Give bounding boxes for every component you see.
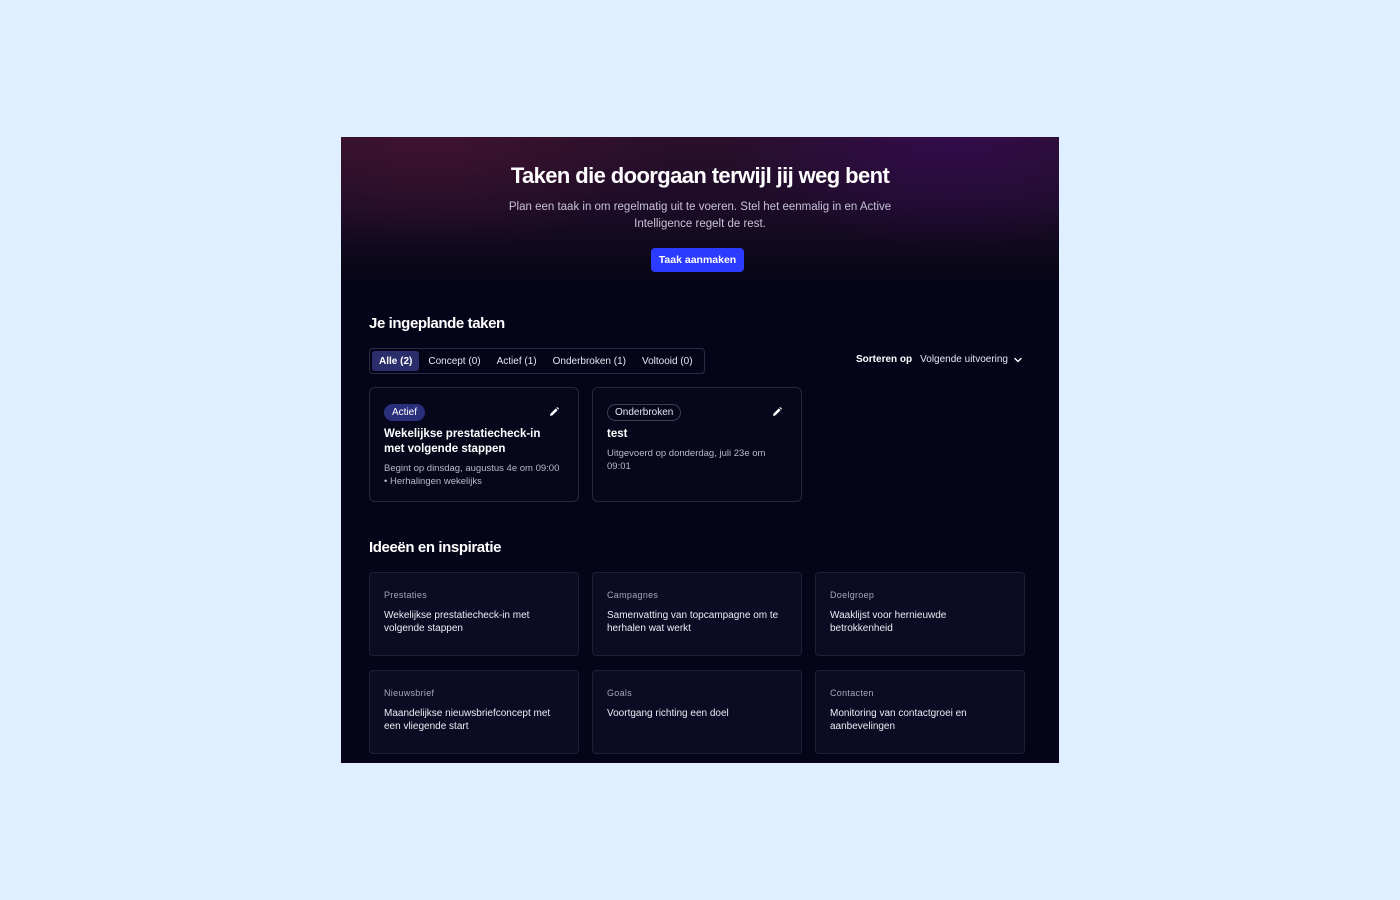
idea-category: Doelgroep xyxy=(830,590,875,600)
idea-category: Contacten xyxy=(830,688,874,698)
idea-text: Monitoring van contactgroei en aanbeveli… xyxy=(830,708,967,732)
status-badge: Actief xyxy=(384,404,426,421)
tab-all[interactable]: Alle (2) xyxy=(372,351,420,371)
idea-card[interactable]: Campagnes Samenvatting van topcampagne o… xyxy=(592,572,802,656)
sort-control: Sorteren op Volgende uitvoering xyxy=(856,354,1023,365)
sort-value: Volgende uitvoering xyxy=(920,354,1008,365)
tab-completed[interactable]: Voltooid (0) xyxy=(635,351,700,371)
tab-paused[interactable]: Onderbroken (1) xyxy=(546,351,633,371)
task-card[interactable]: Actief Wekelijkse prestatiecheck-in met … xyxy=(369,387,579,502)
page-subtitle: Plan een taak in om regelmatig uit te vo… xyxy=(508,201,892,230)
scheduled-tasks-heading: Je ingeplande taken xyxy=(369,315,505,332)
ideas-heading: Ideeën en inspiratie xyxy=(369,539,502,556)
idea-text: Wekelijkse prestatiecheck-in met volgend… xyxy=(384,610,530,634)
idea-category: Campagnes xyxy=(607,590,659,600)
idea-category: Prestaties xyxy=(384,590,428,600)
pencil-icon[interactable] xyxy=(771,406,783,418)
idea-card[interactable]: Nieuwsbrief Maandelijkse nieuwsbriefconc… xyxy=(369,670,579,754)
idea-category: Nieuwsbrief xyxy=(384,688,435,698)
idea-card[interactable]: Prestaties Wekelijkse prestatiecheck-in … xyxy=(369,572,579,656)
idea-text: Maandelijkse nieuwsbriefconcept met een … xyxy=(384,708,551,732)
chevron-down-icon xyxy=(1014,357,1022,362)
scheduled-tasks-page: Taken die doorgaan terwijl jij weg bent … xyxy=(341,137,1059,763)
status-filter-tabs: Alle (2) Concept (0) Actief (1) Onderbro… xyxy=(369,348,705,374)
sort-dropdown[interactable]: Volgende uitvoering xyxy=(920,354,1023,365)
pencil-icon[interactable] xyxy=(548,406,560,418)
idea-card[interactable]: Goals Voortgang richting een doel xyxy=(592,670,802,754)
task-card[interactable]: Onderbroken test Uitgevoerd op donderdag… xyxy=(592,387,802,502)
idea-card[interactable]: Contacten Monitoring van contactgroei en… xyxy=(815,670,1025,754)
sort-label: Sorteren op xyxy=(856,354,913,365)
task-title: Wekelijkse prestatiecheck-in met volgend… xyxy=(384,428,541,455)
idea-text: Waaklijst voor hernieuwde betrokkenheid xyxy=(830,610,947,634)
idea-category: Goals xyxy=(607,688,633,698)
idea-text: Samenvatting van topcampagne om te herha… xyxy=(607,610,779,634)
task-schedule: Uitgevoerd op donderdag, juli 23e om 09:… xyxy=(607,448,766,472)
task-schedule: Begint op dinsdag, augustus 4e om 09:00 … xyxy=(384,463,560,487)
idea-text: Voortgang richting een doel xyxy=(607,708,729,719)
create-task-button[interactable]: Taak aanmaken xyxy=(651,248,744,272)
page-title: Taken die doorgaan terwijl jij weg bent xyxy=(510,163,890,188)
task-title: test xyxy=(607,428,628,440)
status-badge: Onderbroken xyxy=(607,404,682,421)
hero-banner: Taken die doorgaan terwijl jij weg bent … xyxy=(341,137,1059,292)
tab-draft[interactable]: Concept (0) xyxy=(421,351,487,371)
tab-active[interactable]: Actief (1) xyxy=(490,351,544,371)
idea-card[interactable]: Doelgroep Waaklijst voor hernieuwde betr… xyxy=(815,572,1025,656)
